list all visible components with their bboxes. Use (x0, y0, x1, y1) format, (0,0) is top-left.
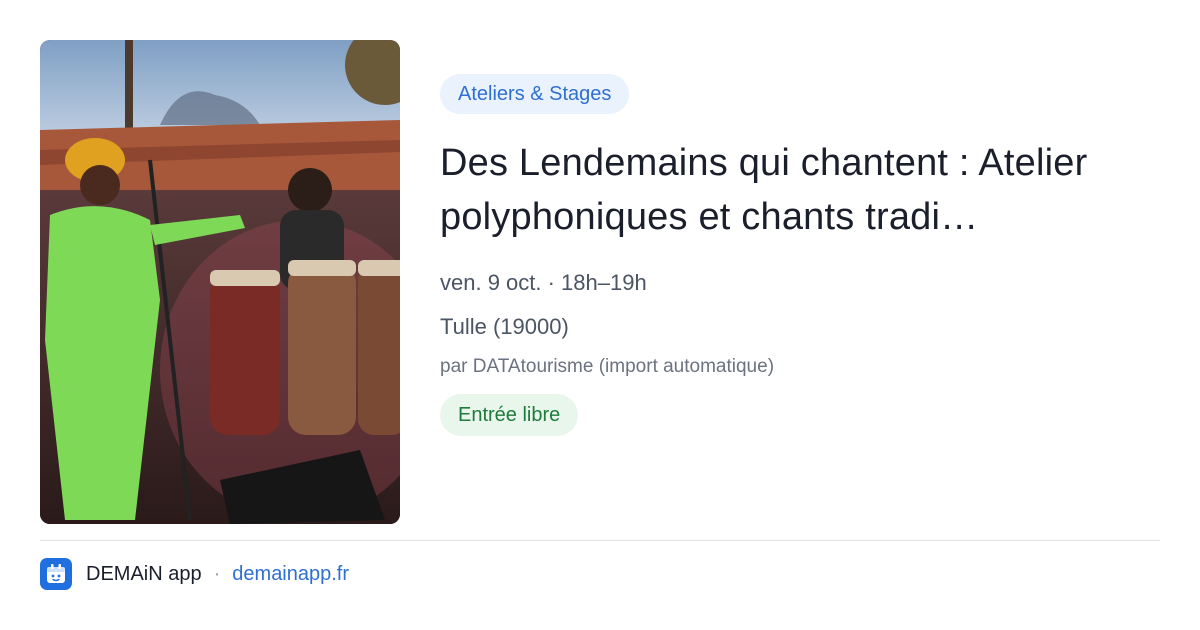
event-details: Ateliers & Stages Des Lendemains qui cha… (440, 74, 1160, 436)
event-photo (40, 40, 400, 524)
price-badge: Entrée libre (440, 394, 579, 436)
footer: DEMAiN app · demainapp.fr (40, 558, 349, 590)
footer-separator: · (213, 562, 221, 585)
event-title[interactable]: Des Lendemains qui chantent : Atelier po… (440, 136, 1120, 244)
event-datetime: ven. 9 oct. · 18h–19h (440, 270, 647, 295)
footer-divider (40, 540, 1160, 541)
app-name: DEMAiN app (86, 562, 202, 585)
calendar-app-icon[interactable] (40, 558, 72, 590)
app-url-link[interactable]: demainapp.fr (232, 563, 349, 586)
event-source: par DATAtourisme (import automatique) (440, 356, 775, 377)
event-card[interactable]: Ateliers & Stages Des Lendemains qui cha… (40, 40, 1160, 524)
event-location: Tulle (19000) (440, 314, 569, 339)
category-badge[interactable]: Ateliers & Stages (440, 74, 630, 114)
